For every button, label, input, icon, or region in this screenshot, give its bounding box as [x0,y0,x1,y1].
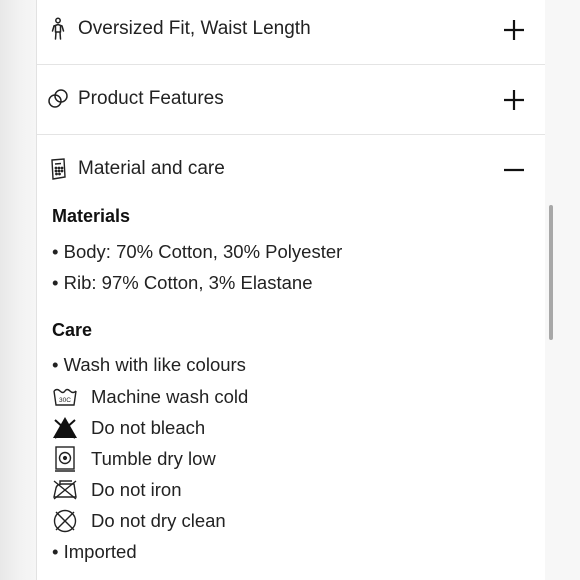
plus-icon[interactable] [503,89,525,111]
accordion-product-features-label: Product Features [78,88,224,109]
accordion-product-features[interactable]: Product Features [37,65,545,135]
tumble-dry-low-icon [55,446,75,472]
materials-heading: Materials [52,206,131,226]
product-details-panel: Oversized Fit, Waist Length Product Feat… [36,0,546,580]
accordion-material-care-label: Material and care [78,158,225,179]
care-line-bullet: • Wash with like colours [52,354,246,375]
material-line: • Body: 70% Cotton, 30% Polyester [52,241,343,262]
do-not-bleach-icon [53,417,77,439]
person-fit-icon [51,17,65,40]
minus-icon[interactable] [503,159,525,181]
care-heading: Care [52,320,93,340]
features-icon [48,89,68,108]
product-details-page: Oversized Fit, Waist Length Product Feat… [0,0,580,580]
accordion-fit[interactable]: Oversized Fit, Waist Length [37,0,545,65]
accordion-material-care[interactable]: Material and care [37,135,545,204]
accordion-fit-label: Oversized Fit, Waist Length [78,18,311,39]
machine-wash-30c-icon: 30C [53,388,77,406]
care-instruction-text: Machine wash cold [91,386,249,407]
care-label-icon [51,158,66,180]
care-instruction-text: Do not bleach [91,417,206,438]
care-line-bullet: • Imported [52,541,137,562]
scrollbar-thumb[interactable] [549,205,553,340]
material-line: • Rib: 97% Cotton, 3% Elastane [52,272,313,293]
plus-icon[interactable] [503,19,525,41]
do-not-dry-clean-icon [53,509,77,533]
svg-text:30C: 30C [59,397,71,404]
care-instruction-text: Tumble dry low [91,448,216,469]
care-instruction-text: Do not iron [91,479,182,500]
care-instruction-text: Do not dry clean [91,510,226,531]
do-not-iron-icon [53,480,77,500]
